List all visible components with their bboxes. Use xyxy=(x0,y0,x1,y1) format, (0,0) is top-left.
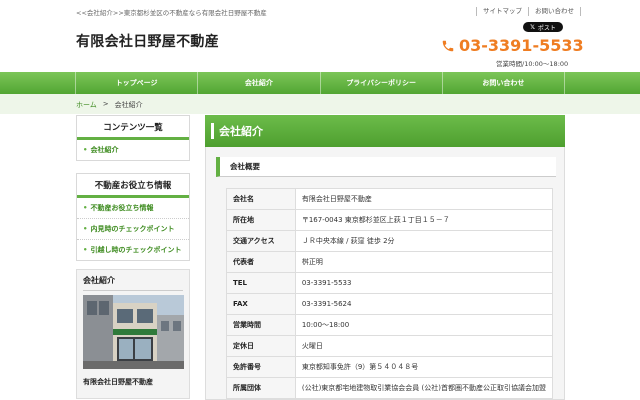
sidebar-item-label: 会社紹介 xyxy=(90,146,119,154)
phone-number[interactable]: 03-3391-5533 xyxy=(459,36,584,55)
bullet-icon: • xyxy=(83,146,88,154)
row-value: 10:00〜18:00 xyxy=(294,314,554,336)
x-post-label: ポスト xyxy=(537,24,556,32)
business-hours: 営業時間/10:00〜18:00 xyxy=(496,60,569,68)
table-row: FAX 03-3391-5624 xyxy=(226,293,554,315)
row-key: 交通アクセス xyxy=(226,230,296,252)
table-row: 定休日 火曜日 xyxy=(226,335,554,357)
main-body: 会社概要 会社名 有限会社日野屋不動産 所在地 〒167-0043 東京都杉並区上荻１… xyxy=(205,147,565,400)
row-key: TEL xyxy=(226,272,296,294)
bullet-icon: • xyxy=(83,225,88,233)
table-row: 営業時間 10:00〜18:00 xyxy=(226,314,554,336)
sidebar-item-company[interactable]: • 会社紹介 xyxy=(77,140,189,160)
breadcrumb-home[interactable]: ホーム xyxy=(76,100,97,110)
main-content: 会社紹介 会社概要 会社名 有限会社日野屋不動産 所在地 〒167-0043 東京都杉… xyxy=(205,115,565,400)
site-title[interactable]: 有限会社日野屋不動産 xyxy=(76,31,219,51)
table-row: 代表者 桝正明 xyxy=(226,251,554,273)
table-row: 所在地 〒167-0043 東京都杉並区上荻１丁目１５－７ xyxy=(226,209,554,231)
nav-item-contact[interactable]: お問い合わせ xyxy=(441,72,565,94)
row-value: (公社)東京都宅地建物取引業協会会員 (公社)首都圏不動産公正取引協議会加盟 xyxy=(294,377,554,399)
header-tagline: <<会社紹介>>東京都杉並区の不動産なら有限会社日野屋不動産 xyxy=(76,9,267,17)
row-value: 火曜日 xyxy=(294,335,554,357)
storefront-image xyxy=(83,295,184,369)
breadcrumb-current: 会社紹介 xyxy=(114,101,143,109)
sidebar-item-label: 不動産お役立ち情報 xyxy=(90,204,154,212)
contents-heading: コンテンツ一覧 xyxy=(77,116,189,140)
sidebar: コンテンツ一覧 • 会社紹介 不動産お役立ち情報 • 不動産お役立ち情報 • 内見時の… xyxy=(76,115,190,399)
utility-links: サイトマップ お問い合わせ xyxy=(476,7,581,16)
storefront-photo xyxy=(83,295,184,369)
nav-item-top[interactable]: トップページ xyxy=(75,72,197,94)
phone-block: 03-3391-5533 xyxy=(441,36,584,55)
site-header: <<会社紹介>>東京都杉並区の不動産なら有限会社日野屋不動産 有限会社日野屋不動… xyxy=(0,0,640,72)
bullet-icon: • xyxy=(83,204,88,212)
row-value: ＪＲ中央本線 / 荻窪 徒歩 2分 xyxy=(294,230,554,252)
company-box: 会社紹介 有限会社日野屋不動産 xyxy=(76,269,190,399)
page-title: 会社紹介 xyxy=(205,115,565,147)
x-post-button[interactable]: 𝕏 ポスト xyxy=(523,22,563,32)
table-row: 所属団体 (公社)東京都宅地建物取引業協会会員 (公社)首都圏不動産公正取引協議会… xyxy=(226,377,554,399)
table-row: 交通アクセス ＪＲ中央本線 / 荻窪 徒歩 2分 xyxy=(226,230,554,252)
info-box: 不動産お役立ち情報 • 不動産お役立ち情報 • 内見時のチェックポイント • 引越し時… xyxy=(76,173,190,261)
row-key: 定休日 xyxy=(226,335,296,357)
table-row: TEL 03-3391-5533 xyxy=(226,272,554,294)
info-heading: 不動産お役立ち情報 xyxy=(77,174,189,198)
company-info-table: 会社名 有限会社日野屋不動産 所在地 〒167-0043 東京都杉並区上荻１丁目１５－… xyxy=(226,188,554,399)
row-key: 代表者 xyxy=(226,251,296,273)
breadcrumb-separator: > xyxy=(102,100,109,108)
row-key: FAX xyxy=(226,293,296,315)
row-value: 03-3391-5533 xyxy=(294,272,554,294)
nav-item-privacy[interactable]: プライバシーポリシー xyxy=(319,72,442,94)
x-logo-icon: 𝕏 xyxy=(530,23,535,31)
table-row: 会社名 有限会社日野屋不動産 xyxy=(226,188,554,210)
breadcrumb: ホーム > 会社紹介 xyxy=(76,100,143,110)
phone-icon xyxy=(442,40,454,51)
row-value: 東京都知事免許（9）第５４０４８号 xyxy=(294,356,554,378)
contents-box: コンテンツ一覧 • 会社紹介 xyxy=(76,115,190,161)
row-value: 桝正明 xyxy=(294,251,554,273)
bullet-icon: • xyxy=(83,246,88,254)
sidebar-item-info[interactable]: • 不動産お役立ち情報 xyxy=(77,198,189,219)
sidebar-item-label: 内見時のチェックポイント xyxy=(90,225,175,233)
row-key: 会社名 xyxy=(226,188,296,210)
table-row: 免許番号 東京都知事免許（9）第５４０４８号 xyxy=(226,356,554,378)
nav-item-company[interactable]: 会社紹介 xyxy=(197,72,319,94)
row-value: 有限会社日野屋不動産 xyxy=(294,188,554,210)
row-value: 〒167-0043 東京都杉並区上荻１丁目１５－７ xyxy=(294,209,554,231)
company-name: 有限会社日野屋不動産 xyxy=(83,378,153,386)
row-value: 03-3391-5624 xyxy=(294,293,554,315)
contact-link[interactable]: お問い合わせ xyxy=(528,7,581,16)
section-heading: 会社概要 xyxy=(216,157,556,177)
sidebar-item-moving[interactable]: • 引越し時のチェックポイント xyxy=(77,240,189,260)
row-key: 営業時間 xyxy=(226,314,296,336)
company-box-heading: 会社紹介 xyxy=(83,275,183,291)
row-key: 所属団体 xyxy=(226,377,296,399)
sitemap-link[interactable]: サイトマップ xyxy=(476,7,528,16)
sidebar-item-viewing[interactable]: • 内見時のチェックポイント xyxy=(77,219,189,240)
global-nav: トップページ 会社紹介 プライバシーポリシー お問い合わせ xyxy=(0,72,640,94)
sidebar-item-label: 引越し時のチェックポイント xyxy=(90,246,182,254)
row-key: 所在地 xyxy=(226,209,296,231)
row-key: 免許番号 xyxy=(226,356,296,378)
